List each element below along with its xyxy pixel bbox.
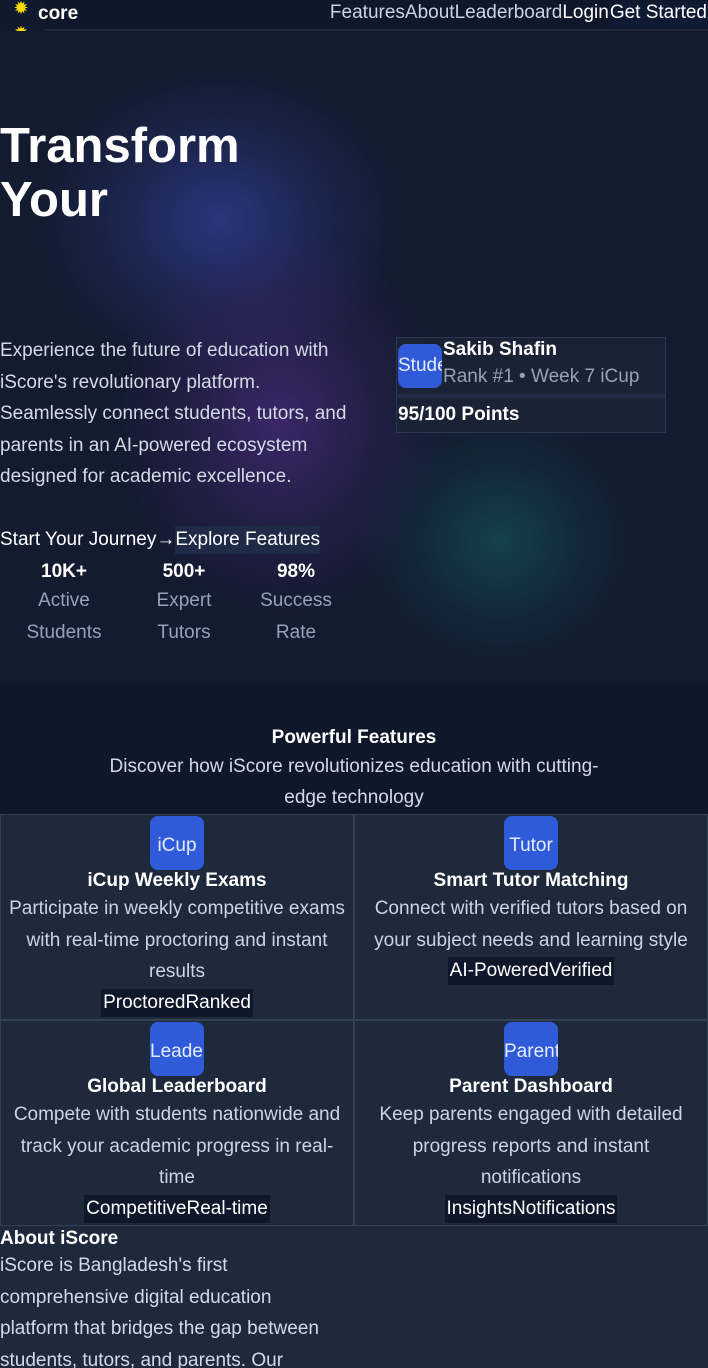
feature-name: Parent Dashboard [449, 1076, 613, 1097]
feature-tag: AI-Powered [449, 960, 549, 981]
about-title: About iScore [0, 1228, 119, 1249]
nav-link-leaderboard[interactable]: Leaderboard [455, 2, 563, 28]
sun-icon: ✹ [13, 0, 29, 19]
hero-title-line1: Transform [0, 119, 240, 173]
student-points: 95/100 Points [398, 404, 520, 425]
feature-description: Participate in weekly competitive exams … [9, 898, 345, 983]
tutor-icon: Tutor [504, 816, 558, 870]
feature-name: iCup Weekly Exams [87, 870, 267, 891]
stat-number: 500+ [162, 561, 206, 582]
hero-section: Transform Your Experience the future of … [0, 31, 708, 683]
start-journey-button[interactable]: Start Your Journey→ [0, 526, 175, 554]
stat-label: Expert Tutors [156, 590, 212, 643]
feature-name: Smart Tutor Matching [433, 870, 629, 891]
hero-buttons: Start Your Journey→ Explore Features [0, 526, 321, 554]
stat-number: 10K+ [41, 561, 87, 582]
stat-tutors: 500+ Expert Tutors [144, 559, 224, 648]
student-avatar: Student [398, 344, 442, 388]
feature-tag: Proctored [103, 992, 186, 1013]
feature-tag: Real-time [186, 1198, 268, 1219]
feature-card-icup[interactable]: iCup iCup Weekly Exams Participate in we… [0, 814, 354, 1020]
explore-features-button[interactable]: Explore Features [175, 526, 321, 554]
stat-label: Active Students [26, 590, 102, 643]
hero-title: Transform Your [0, 119, 380, 227]
feature-name: Global Leaderboard [87, 1076, 267, 1097]
feature-tag: Insights [446, 1198, 512, 1219]
stat-label: Success Rate [260, 590, 332, 643]
feature-tag: Notifications [511, 1198, 616, 1219]
nav-link-about[interactable]: About [405, 2, 455, 28]
student-name: Sakib Shafin [443, 339, 558, 360]
feature-tag: Verified [548, 960, 613, 981]
get-started-button[interactable]: Get Started [608, 2, 708, 28]
feature-tags: CompetitiveReal-time [1, 1195, 353, 1223]
student-rank: Rank #1 • Week 7 iCup [443, 366, 640, 387]
about-section: About iScore iScore is Bangladesh's firs… [0, 1226, 708, 1368]
feature-tags: InsightsNotifications [355, 1195, 707, 1223]
hero-title-line2: Your [0, 173, 108, 227]
feature-card-leaderboard[interactable]: Leaderboard Global Leaderboard Compete w… [0, 1020, 354, 1226]
start-journey-label: Start Your Journey [0, 529, 157, 550]
feature-description: Compete with students nationwide and tra… [13, 1104, 341, 1189]
feature-tag: Competitive [86, 1198, 187, 1219]
arrow-right-icon: → [156, 529, 176, 550]
parent-icon: Parent [504, 1022, 558, 1076]
features-title: Powerful Features [271, 727, 437, 748]
hero-glow-teal [360, 411, 640, 671]
features-header: Powerful Features Discover how iScore re… [0, 683, 708, 814]
feature-tags: ProctoredRanked [1, 989, 353, 1017]
card-divider [397, 394, 665, 398]
feature-description: Keep parents engaged with detailed progr… [379, 1104, 683, 1189]
feature-tag: Ranked [185, 992, 251, 1013]
stat-number: 98% [276, 561, 316, 582]
feature-tags: AI-PoweredVerified [355, 957, 707, 985]
stat-success: 98% Success Rate [251, 559, 341, 648]
feature-description: Connect with verified tutors based on yo… [374, 898, 688, 951]
nav-links: Features About Leaderboard Login Get Sta… [330, 2, 708, 28]
login-button[interactable]: Login [562, 2, 609, 28]
hero-description: Experience the future of education with … [0, 340, 347, 488]
features-subtitle: Discover how iScore revolutionizes educa… [109, 756, 599, 808]
brand-name[interactable]: core [38, 3, 78, 25]
student-rank-card: Student Sakib Shafin Rank #1 • Week 7 iC… [396, 337, 666, 433]
top-navbar: ✹ ✹ core Features About Leaderboard Logi… [0, 0, 708, 44]
nav-link-features[interactable]: Features [330, 2, 405, 28]
leaderboard-icon: Leaderboard [150, 1022, 204, 1076]
about-text: iScore is Bangladesh's first comprehensi… [0, 1255, 319, 1368]
feature-card-parent[interactable]: Parent Parent Dashboard Keep parents eng… [354, 1020, 708, 1226]
feature-card-tutor[interactable]: Tutor Smart Tutor Matching Connect with … [354, 814, 708, 1020]
trophy-icon: iCup [150, 816, 204, 870]
stat-students: 10K+ Active Students [14, 559, 114, 648]
